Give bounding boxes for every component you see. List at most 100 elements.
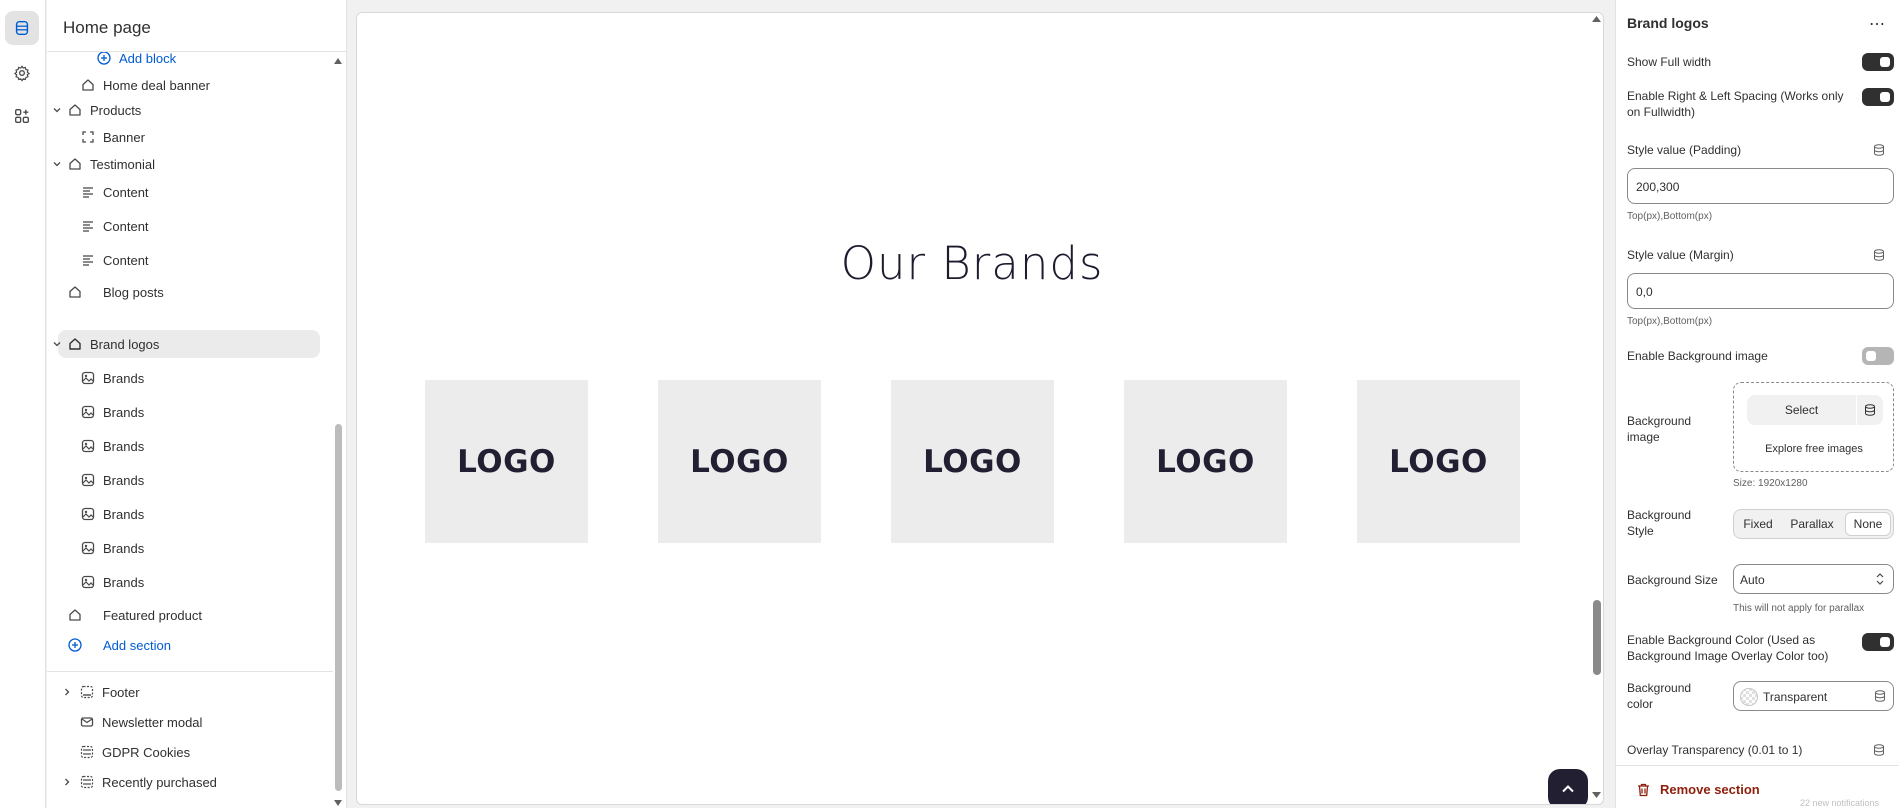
select-arrows-icon	[1876, 573, 1884, 585]
apps-rail-button[interactable]	[5, 99, 39, 133]
sidebar-scrollbar[interactable]	[335, 424, 342, 791]
block-brands[interactable]: Brands	[47, 432, 307, 460]
chevron-down-icon[interactable]	[50, 157, 64, 171]
section-label: Home deal banner	[103, 77, 210, 93]
block-label: Content	[103, 252, 149, 268]
preview-area: Our Brands LOGO LOGO LOGO LOGO LOGO	[347, 0, 1615, 808]
block-brands[interactable]: Brands	[47, 568, 307, 596]
block-content[interactable]: Content	[47, 212, 307, 240]
block-label: Content	[103, 218, 149, 234]
block-brands[interactable]: Brands	[47, 398, 307, 426]
bg-style-label: Background Style	[1627, 508, 1692, 538]
preview-scroll-down-icon[interactable]	[1592, 791, 1601, 799]
back-to-top-button[interactable]	[1548, 769, 1588, 804]
scroll-up-arrow-icon[interactable]	[334, 57, 342, 65]
brand-logo[interactable]: LOGO	[658, 380, 821, 543]
spacing-toggle[interactable]	[1862, 88, 1894, 106]
block-brands[interactable]: Brands	[47, 364, 307, 392]
section-home-deal-banner[interactable]: Home deal banner	[47, 71, 307, 99]
remove-section-button[interactable]: Remove section	[1637, 782, 1760, 797]
dynamic-source-icon[interactable]	[1873, 249, 1885, 261]
block-label: Brands	[103, 574, 145, 590]
page-title: Home page	[47, 0, 346, 52]
color-swatch[interactable]	[1740, 688, 1758, 706]
image-source-button[interactable]	[1857, 395, 1883, 425]
panel-title: Brand logos	[1627, 15, 1709, 31]
add-section-button[interactable]: Add section	[47, 631, 307, 659]
dynamic-source-icon[interactable]	[1873, 744, 1885, 756]
trash-icon	[1638, 783, 1649, 796]
show-full-width-toggle[interactable]	[1862, 53, 1894, 71]
panel-footer: Remove section 22 new notifications	[1616, 765, 1899, 808]
section-gdpr-cookies[interactable]: GDPR Cookies	[47, 738, 327, 766]
text-lines-icon	[80, 252, 96, 268]
image-icon	[80, 438, 96, 454]
scroll-down-arrow-icon[interactable]	[334, 799, 342, 807]
text-lines-icon	[80, 218, 96, 234]
settings-rail-button[interactable]	[5, 56, 39, 90]
bg-style-none[interactable]: None	[1845, 512, 1891, 536]
section-icon	[67, 284, 83, 300]
section-footer[interactable]: Footer	[47, 678, 327, 706]
more-options-button[interactable]: ⋯	[1869, 14, 1886, 34]
notification-toast: 22 new notifications	[1800, 798, 1880, 808]
list-icon	[79, 774, 95, 790]
block-banner[interactable]: Banner	[47, 123, 307, 151]
block-content[interactable]: Content	[47, 178, 307, 206]
section-newsletter-modal[interactable]: Newsletter modal	[47, 708, 327, 736]
explore-free-images-link[interactable]: Explore free images	[1734, 443, 1894, 455]
spacing-label: Enable Right & Left Spacing (Works only …	[1627, 89, 1844, 119]
bg-image-size-text: Size: 1920x1280	[1733, 478, 1808, 489]
bg-size-select[interactable]: Auto	[1733, 564, 1894, 594]
select-image-button[interactable]: Select	[1747, 395, 1856, 425]
block-label: Banner	[103, 129, 145, 145]
chevron-down-icon[interactable]	[50, 103, 64, 117]
chevron-right-icon[interactable]	[60, 775, 74, 789]
remove-section-label: Remove section	[1660, 782, 1760, 797]
bg-image-toggle[interactable]	[1862, 347, 1894, 365]
section-icon	[80, 77, 96, 93]
block-content[interactable]: Content	[47, 246, 307, 274]
section-blog-posts[interactable]: Blog posts	[47, 278, 307, 306]
section-icon	[67, 156, 83, 172]
brand-logo[interactable]: LOGO	[891, 380, 1054, 543]
brand-logo[interactable]: LOGO	[1357, 380, 1520, 543]
icon-rail	[0, 0, 46, 808]
bg-style-fixed[interactable]: Fixed	[1737, 512, 1779, 536]
add-block-button[interactable]: Add block	[47, 52, 307, 72]
margin-input[interactable]: 0,0	[1627, 273, 1894, 309]
section-label: Brand logos	[90, 336, 160, 352]
sections-rail-button[interactable]	[5, 11, 39, 45]
bg-style-parallax[interactable]: Parallax	[1780, 512, 1844, 536]
bg-image-picker: Select Explore free images	[1733, 382, 1894, 472]
chevron-down-icon[interactable]	[50, 337, 64, 351]
preview-scrollbar[interactable]	[1593, 600, 1601, 675]
dynamic-source-icon[interactable]	[1873, 144, 1885, 156]
image-icon	[80, 506, 96, 522]
bg-image-toggle-label: Enable Background image	[1627, 349, 1768, 363]
bg-image-label: Background image	[1627, 414, 1692, 444]
block-label: Brands	[103, 370, 145, 386]
block-label: Brands	[103, 438, 145, 454]
section-brand-logos[interactable]: Brand logos	[53, 330, 320, 358]
section-recently-purchased[interactable]: Recently purchased	[47, 768, 327, 796]
chevron-right-icon[interactable]	[60, 685, 74, 699]
block-brands[interactable]: Brands	[47, 500, 307, 528]
section-testimonial[interactable]: Testimonial	[47, 150, 307, 178]
padding-input[interactable]: 200,300	[1627, 168, 1894, 204]
block-brands[interactable]: Brands	[47, 534, 307, 562]
storefront-preview[interactable]: Our Brands LOGO LOGO LOGO LOGO LOGO	[356, 12, 1604, 805]
margin-label: Style value (Margin)	[1627, 248, 1734, 262]
bg-color-picker[interactable]: Transparent	[1733, 681, 1894, 711]
bg-color-label: Background color	[1627, 681, 1692, 711]
cookie-icon	[79, 744, 95, 760]
section-featured-product[interactable]: Featured product	[47, 601, 307, 629]
dynamic-source-icon[interactable]	[1874, 690, 1886, 702]
section-products[interactable]: Products	[47, 96, 307, 124]
bg-size-help-text: This will not apply for parallax	[1733, 603, 1865, 614]
bg-color-toggle[interactable]	[1862, 633, 1894, 651]
brand-logo[interactable]: LOGO	[1124, 380, 1287, 543]
brand-logo[interactable]: LOGO	[425, 380, 588, 543]
preview-scroll-up-icon[interactable]	[1592, 15, 1601, 23]
block-brands[interactable]: Brands	[47, 466, 307, 494]
